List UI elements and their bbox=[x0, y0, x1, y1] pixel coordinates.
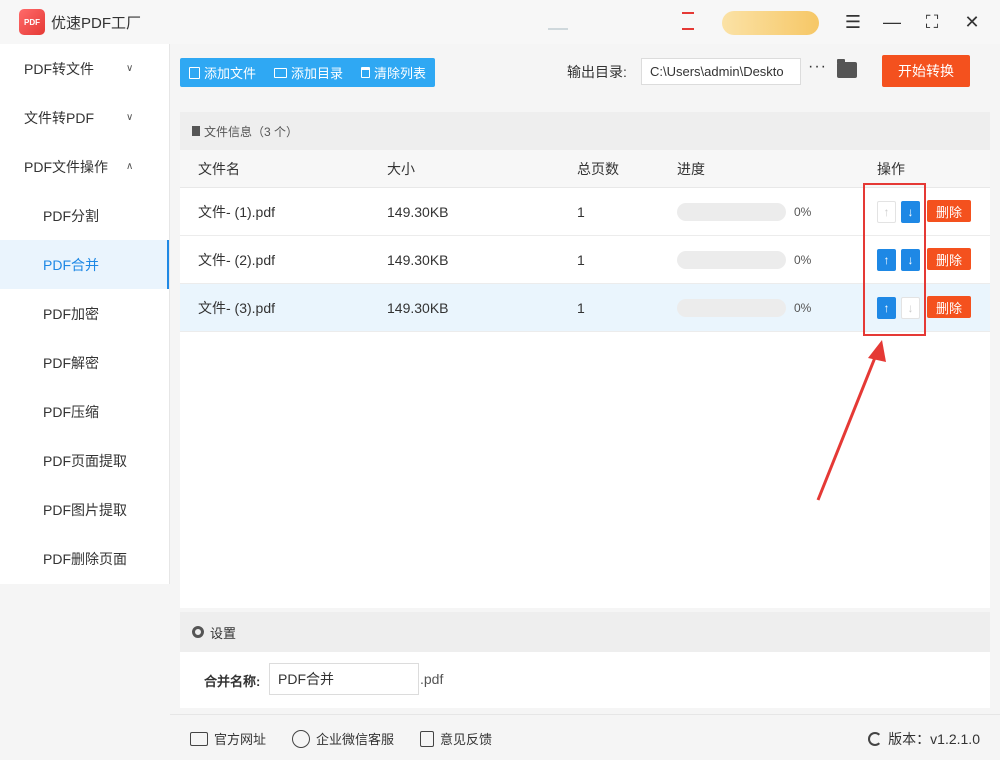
file-size: 149.30KB bbox=[387, 299, 449, 316]
title-bar: PDF 优速PDF工厂 ☰ — ⛶ ✕ bbox=[0, 0, 1000, 44]
delete-button[interactable]: 删除 bbox=[927, 296, 971, 318]
clear-list-button[interactable]: 清除列表 bbox=[352, 58, 435, 87]
vip-pill-button[interactable] bbox=[722, 11, 819, 35]
wechat-service-link[interactable]: 企业微信客服 bbox=[292, 729, 394, 748]
more-options-icon[interactable]: ··· bbox=[808, 58, 827, 76]
progress-bar bbox=[677, 203, 786, 221]
file-size: 149.30KB bbox=[387, 251, 449, 268]
chevron-down-icon: ∨ bbox=[126, 112, 134, 123]
sidebar-item-pdf-compress[interactable]: PDF压缩 bbox=[0, 387, 169, 436]
gear-icon bbox=[192, 626, 204, 638]
file-icon bbox=[192, 126, 200, 136]
footer-bar: 官方网址 企业微信客服 意见反馈 版本：v1.2.1.0 bbox=[170, 714, 1000, 760]
sidebar-item-pdf-encrypt[interactable]: PDF加密 bbox=[0, 289, 169, 338]
delete-button[interactable]: 删除 bbox=[927, 248, 971, 270]
feedback-link[interactable]: 意见反馈 bbox=[420, 729, 492, 748]
sidebar-item-pdf-delete-pages[interactable]: PDF删除页面 bbox=[0, 534, 169, 583]
sidebar-item-pdf-decrypt[interactable]: PDF解密 bbox=[0, 338, 169, 387]
file-toolbar: 添加文件 添加目录 清除列表 bbox=[180, 58, 436, 87]
file-size: 149.30KB bbox=[387, 203, 449, 220]
progress-percent: 0% bbox=[794, 252, 812, 267]
file-name: 文件- (1).pdf bbox=[198, 203, 276, 220]
sidebar-footer-area bbox=[0, 584, 170, 760]
sidebar-item-pdf-image-extract[interactable]: PDF图片提取 bbox=[0, 485, 169, 534]
folder-icon bbox=[274, 67, 288, 78]
file-info-header: 文件信息（3 个） bbox=[180, 112, 990, 150]
col-header-pages: 总页数 bbox=[577, 160, 619, 177]
annotation-highlight-box bbox=[863, 183, 926, 336]
file-pages: 1 bbox=[577, 203, 585, 220]
refresh-icon[interactable] bbox=[868, 732, 883, 746]
minimize-icon[interactable]: — bbox=[880, 10, 904, 34]
add-folder-button[interactable]: 添加目录 bbox=[265, 58, 352, 87]
chat-icon bbox=[292, 729, 310, 748]
chevron-up-icon: ∧ bbox=[126, 161, 134, 172]
version-info: 版本：v1.2.1.0 bbox=[868, 729, 980, 749]
trash-icon bbox=[361, 67, 371, 78]
sidebar-group-pdf-to-file[interactable]: PDF转文件 ∨ bbox=[0, 44, 169, 93]
sidebar-item-pdf-split[interactable]: PDF分割 bbox=[0, 191, 169, 240]
output-dir-input[interactable] bbox=[641, 58, 801, 85]
start-convert-button[interactable]: 开始转换 bbox=[882, 55, 970, 87]
col-header-size: 大小 bbox=[387, 160, 415, 177]
merge-name-input[interactable] bbox=[269, 663, 419, 695]
file-pages: 1 bbox=[577, 299, 585, 316]
progress-bar bbox=[677, 299, 786, 317]
app-title: 优速PDF工厂 bbox=[51, 14, 142, 32]
delete-button[interactable]: 删除 bbox=[927, 200, 971, 222]
browse-folder-icon[interactable] bbox=[837, 59, 857, 78]
app-logo-icon: PDF bbox=[19, 9, 45, 35]
chevron-down-icon: ∨ bbox=[126, 63, 134, 74]
sidebar-group-file-to-pdf[interactable]: 文件转PDF ∨ bbox=[0, 93, 169, 142]
col-header-name: 文件名 bbox=[198, 160, 240, 177]
output-dir-label: 输出目录: bbox=[567, 64, 627, 80]
file-pages: 1 bbox=[577, 251, 585, 268]
file-name: 文件- (2).pdf bbox=[198, 251, 276, 268]
merge-ext-label: .pdf bbox=[420, 671, 444, 687]
settings-panel: 设置 合并名称: .pdf bbox=[180, 612, 990, 708]
settings-header: 设置 bbox=[180, 612, 990, 652]
col-header-progress: 进度 bbox=[677, 160, 705, 177]
file-icon bbox=[189, 66, 200, 79]
merge-name-label: 合并名称: bbox=[204, 674, 261, 689]
website-icon bbox=[190, 731, 208, 746]
col-header-ops: 操作 bbox=[877, 160, 905, 177]
website-link[interactable]: 官方网址 bbox=[190, 729, 266, 748]
progress-bar bbox=[677, 251, 786, 269]
file-name: 文件- (3).pdf bbox=[198, 299, 276, 316]
sidebar-item-pdf-merge[interactable]: PDF合并 bbox=[0, 240, 169, 289]
sidebar: PDF转文件 ∨ 文件转PDF ∨ PDF文件操作 ∧ PDF分割 PDF合并 … bbox=[0, 44, 170, 584]
sidebar-item-pdf-page-extract[interactable]: PDF页面提取 bbox=[0, 436, 169, 485]
close-icon[interactable]: ✕ bbox=[960, 10, 984, 34]
titlebar-decoration-icon bbox=[548, 14, 568, 30]
sidebar-group-pdf-operations[interactable]: PDF文件操作 ∧ bbox=[0, 142, 169, 191]
feedback-icon bbox=[420, 730, 434, 747]
annotation-arrow-icon bbox=[816, 340, 886, 501]
progress-percent: 0% bbox=[794, 204, 812, 219]
progress-percent: 0% bbox=[794, 300, 812, 315]
add-file-button[interactable]: 添加文件 bbox=[180, 58, 265, 87]
menu-icon[interactable]: ☰ bbox=[841, 10, 865, 34]
maximize-icon[interactable]: ⛶ bbox=[920, 10, 944, 34]
titlebar-badge-icon bbox=[682, 12, 694, 30]
